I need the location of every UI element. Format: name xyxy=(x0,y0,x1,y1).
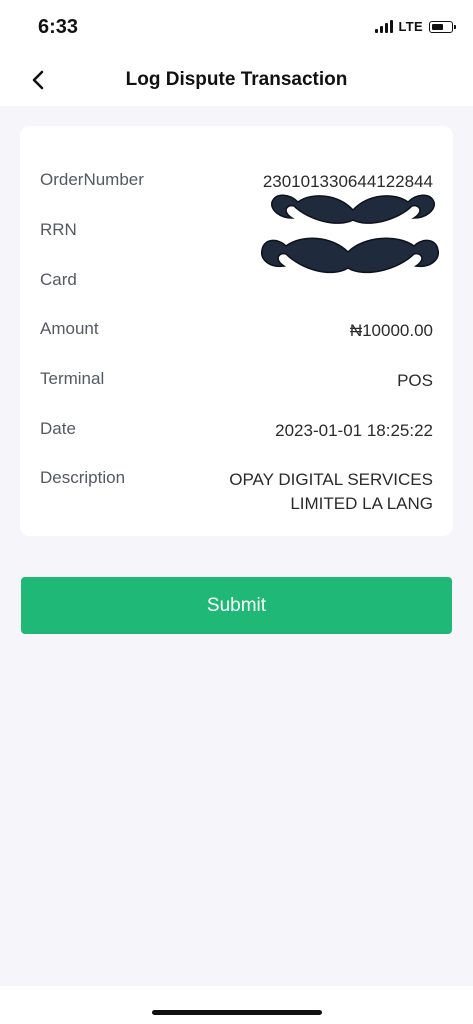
home-indicator[interactable] xyxy=(152,1010,322,1015)
description-value: OPAY DIGITAL SERVICES LIMITED LA LANG xyxy=(229,468,433,516)
amount-value: ₦10000.00 xyxy=(349,321,433,340)
network-label: LTE xyxy=(398,19,423,34)
rrn-label: RRN xyxy=(40,220,77,239)
description-label: Description xyxy=(40,468,126,487)
transaction-details-card: OrderNumber 230101330644122844 RRN Card … xyxy=(20,126,453,536)
mustache-icon xyxy=(261,194,439,274)
date-value: 2023-01-01 18:25:22 xyxy=(275,421,433,440)
page-title: Log Dispute Transaction xyxy=(125,69,348,90)
bottom-bar xyxy=(0,986,473,1024)
terminal-label: Terminal xyxy=(40,369,105,388)
submit-button[interactable]: Submit xyxy=(21,577,452,634)
order-number-label: OrderNumber xyxy=(40,170,144,189)
status-icons: LTE xyxy=(374,19,456,34)
status-time: 6:33 xyxy=(38,16,79,38)
description-line-2: LIMITED LA LANG xyxy=(290,494,433,513)
amount-label: Amount xyxy=(40,319,99,338)
nav-bar: Log Dispute Transaction xyxy=(0,54,473,106)
card-label: Card xyxy=(40,270,77,289)
signal-icon xyxy=(374,20,393,33)
description-line-1: OPAY DIGITAL SERVICES xyxy=(229,470,433,489)
terminal-value: POS xyxy=(397,371,433,390)
battery-icon xyxy=(429,20,456,33)
date-label: Date xyxy=(40,419,76,438)
status-bar: 6:33 LTE xyxy=(0,0,473,54)
